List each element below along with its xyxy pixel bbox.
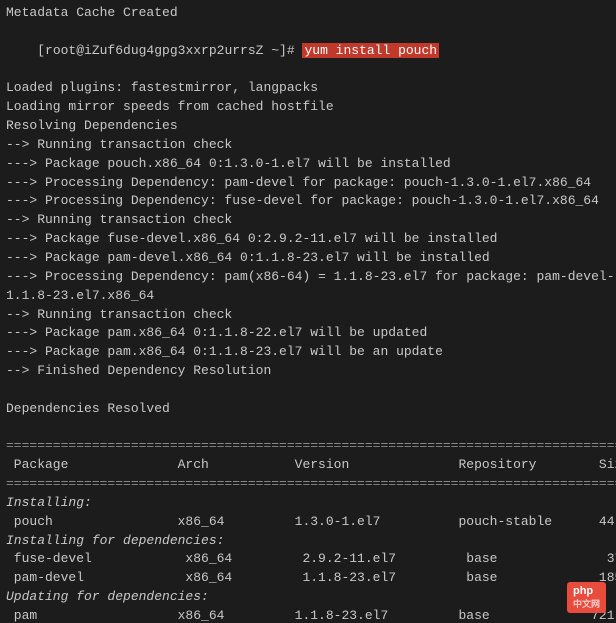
- line-loading-mirror: Loading mirror speeds from cached hostfi…: [6, 98, 610, 117]
- line-dep-pam-devel: ---> Processing Dependency: pam-devel fo…: [6, 174, 610, 193]
- line-finished-dep: --> Finished Dependency Resolution: [6, 362, 610, 381]
- watermark-badge: php 中文网: [567, 582, 606, 613]
- line-pkg-pouch: ---> Package pouch.x86_64 0:1.3.0-1.el7 …: [6, 155, 610, 174]
- command-highlight: yum install pouch: [302, 43, 439, 58]
- line-updating-deps: Updating for dependencies:: [6, 588, 610, 607]
- line-pam-devel-row: pam-devel x86_64 1.1.8-23.el7 base 185 k: [6, 569, 610, 588]
- line-installing: Installing:: [6, 494, 610, 513]
- line-sep-2: ========================================…: [6, 475, 610, 494]
- line-fuse-devel-row: fuse-devel x86_64 2.9.2-11.el7 base 37 k: [6, 550, 610, 569]
- line-col-header: Package Arch Version Repository Size: [6, 456, 610, 475]
- line-pam-version: 1.1.8-23.el7.x86_64: [6, 287, 610, 306]
- watermark-sub: 中文网: [573, 597, 600, 610]
- line-pkg-pouch-row: pouch x86_64 1.3.0-1.el7 pouch-stable 44…: [6, 513, 610, 532]
- line-running-check-1: --> Running transaction check: [6, 136, 610, 155]
- line-blank-2: [6, 419, 610, 438]
- line-pam-updated: ---> Package pam.x86_64 0:1.1.8-22.el7 w…: [6, 324, 610, 343]
- watermark-main: php: [573, 585, 593, 597]
- line-metadata-cache: Metadata Cache Created: [6, 4, 610, 23]
- line-resolving-deps: Resolving Dependencies: [6, 117, 610, 136]
- line-sep-1: ========================================…: [6, 437, 610, 456]
- line-running-check-3: --> Running transaction check: [6, 306, 610, 325]
- line-pam-row: pam x86_64 1.1.8-23.el7 base 721 k: [6, 607, 610, 623]
- line-prompt: [root@iZuf6dug4gpg3xxrp2urrsZ ~]# yum in…: [6, 23, 610, 80]
- line-deps-resolved: Dependencies Resolved: [6, 400, 610, 419]
- terminal-window: Metadata Cache Created [root@iZuf6dug4gp…: [0, 0, 616, 623]
- line-running-check-2: --> Running transaction check: [6, 211, 610, 230]
- line-fuse-devel-install: ---> Package fuse-devel.x86_64 0:2.9.2-1…: [6, 230, 610, 249]
- line-pam-update: ---> Package pam.x86_64 0:1.1.8-23.el7 w…: [6, 343, 610, 362]
- line-dep-fuse-devel: ---> Processing Dependency: fuse-devel f…: [6, 192, 610, 211]
- prompt-text: [root@iZuf6dug4gpg3xxrp2urrsZ ~]#: [37, 43, 302, 58]
- line-dep-pam-process: ---> Processing Dependency: pam(x86-64) …: [6, 268, 610, 287]
- line-blank-1: [6, 381, 610, 400]
- line-installing-deps: Installing for dependencies:: [6, 532, 610, 551]
- line-pam-devel-install: ---> Package pam-devel.x86_64 0:1.1.8-23…: [6, 249, 610, 268]
- line-loaded-plugins: Loaded plugins: fastestmirror, langpacks: [6, 79, 610, 98]
